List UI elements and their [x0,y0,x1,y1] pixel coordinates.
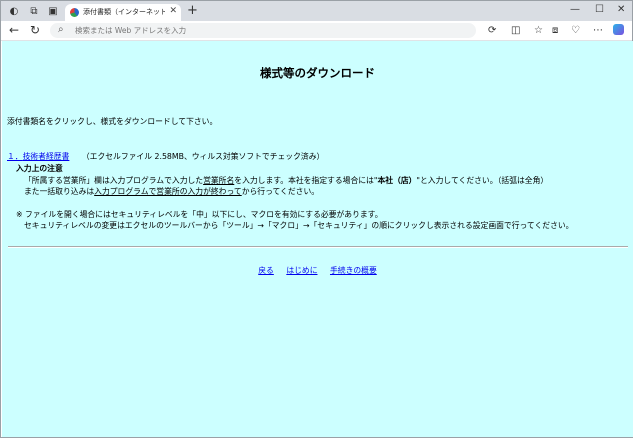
note2-part-c: から行ってください。 [241,187,320,196]
favorites-icon[interactable]: ☆ [534,24,543,37]
copilot-icon[interactable] [613,24,624,35]
browser-toolbar: ← ↻ ⌕ 検索または Web アドレスを入力 ⟳ ◫ ☆ ⧈ ♡ ⋯ [1,21,632,41]
note1-part-e: "と入力してください。（括弧は全角） [416,176,549,185]
note-line-2: また一括取り込みは入力プログラムで営業所の入力が終わってから行ってください。 [24,186,319,197]
back-icon[interactable]: ← [9,23,19,37]
file-info: （エクセルファイル 2.58MB、ウィルス対策ソフトでチェック済み） [81,152,325,161]
security-note-1: ※ ファイルを開く場合にはセキュリティレベルを「中」以下にし、マクロを有効にする… [16,210,383,219]
maximize-icon[interactable]: ☐ [595,4,604,15]
page-content: 様式等のダウンロード 添付書類名をクリックし、様式をダウンロードして下さい。 １… [2,41,633,437]
collections-icon[interactable]: ⧈ [552,24,558,37]
intro-text: 添付書類名をクリックし、様式をダウンロードして下さい。 [7,117,218,126]
extension-icon[interactable]: ⟳ [488,24,496,37]
tab-bar: ◐ ⧉ ▣ 添付書類（インターネット一元受付） ✕ + — ☐ ✕ [1,1,632,21]
back-link[interactable]: 戻る [258,266,274,275]
refresh-icon[interactable]: ↻ [30,23,40,37]
overview-link[interactable]: 手続きの概要 [330,266,377,275]
note1-part-a: 「所属する営業所」欄は入力プログラムで入力した [24,176,204,185]
note2-part-b: 入力プログラムで営業所の入力が終わって [94,187,242,196]
item-link-label: 技術者経歴書 [22,152,70,161]
browser-window: ◐ ⧉ ▣ 添付書類（インターネット一元受付） ✕ + — ☐ ✕ ← ↻ ⌕ … [0,0,633,438]
new-tab-button[interactable]: + [187,4,198,18]
tab-active[interactable]: 添付書類（インターネット一元受付） ✕ [65,4,181,21]
browser-essentials-icon[interactable]: ♡ [571,24,580,37]
note1-part-b: 営業所名 [203,176,235,185]
download-item: １．技術者経歴書 （エクセルファイル 2.58MB、ウィルス対策ソフトでチェック… [7,151,324,162]
menu-icon[interactable]: ⋯ [593,24,603,37]
page-title: 様式等のダウンロード [260,66,375,80]
start-link[interactable]: はじめに [286,266,317,275]
note1-part-d: 本社（店） [377,176,417,185]
address-bar[interactable]: ⌕ 検索または Web アドレスを入力 [50,23,476,38]
item-number: １． [7,152,23,161]
vertical-tabs-icon[interactable]: ▣ [46,4,60,18]
note2-part-a: また一括取り込みは [24,187,95,196]
address-input[interactable]: 検索または Web アドレスを入力 [75,25,186,36]
close-tab-icon[interactable]: ✕ [169,6,177,16]
note-line-1: 「所属する営業所」欄は入力プログラムで入力した営業所名を入力します。本社を指定す… [24,175,548,186]
workspaces-icon[interactable]: ⧉ [27,4,41,18]
tab-title: 添付書類（インターネット一元受付） [83,8,165,16]
close-window-icon[interactable]: ✕ [617,4,625,15]
profile-icon[interactable]: ◐ [7,4,21,18]
minimize-icon[interactable]: — [570,4,580,15]
note1-part-c: を入力します。本社を指定する場合には" [234,176,378,185]
split-screen-icon[interactable]: ◫ [511,24,520,37]
search-icon: ⌕ [58,24,64,35]
download-link-keireki[interactable]: １．技術者経歴書 [7,152,69,161]
notes-heading: 入力上の注意 [16,164,63,173]
security-note-2: セキュリティレベルの変更はエクセルのツールバーから「ツール」→「マクロ」→「セキ… [24,221,574,230]
site-favicon-icon [70,8,79,17]
footer-links: 戻る はじめに 手続きの概要 [2,265,633,276]
divider [8,246,628,248]
